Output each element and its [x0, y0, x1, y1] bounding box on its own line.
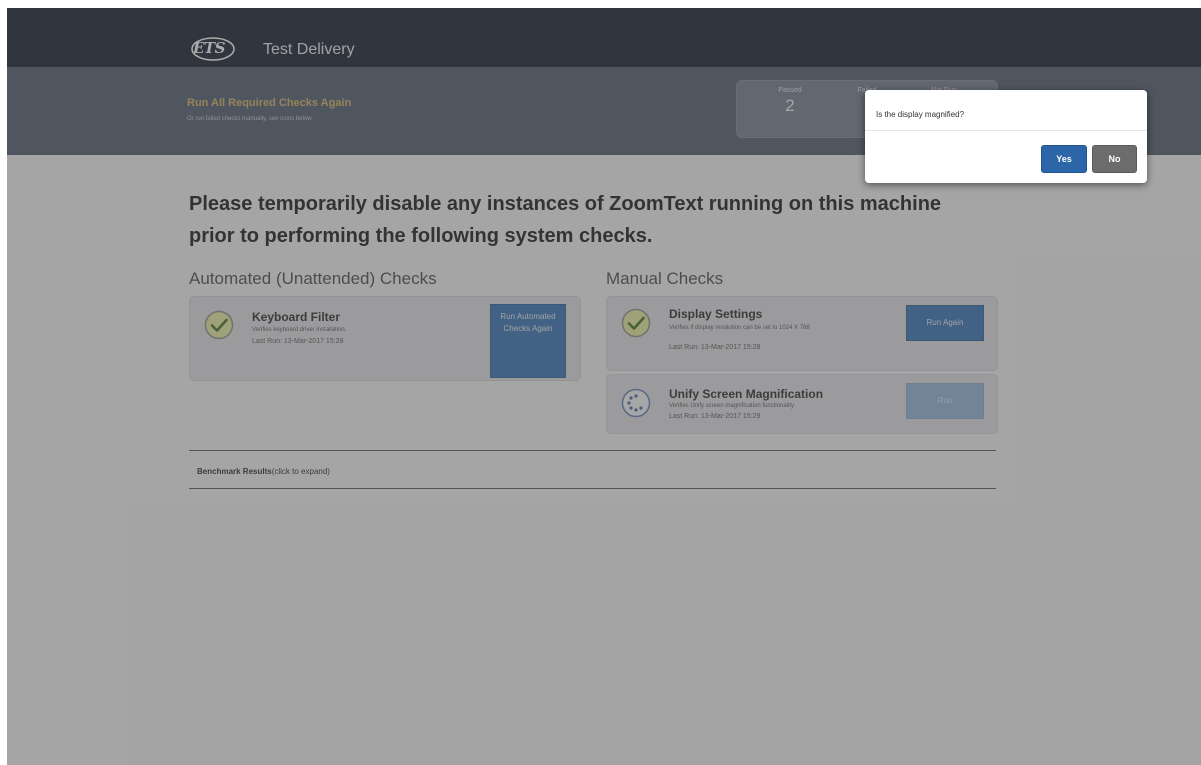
dialog-divider	[865, 130, 1147, 131]
app-window: ETS Test Delivery Run All Required Check…	[7, 8, 1201, 765]
yes-button[interactable]: Yes	[1041, 145, 1087, 173]
confirm-dialog: Is the display magnified? Yes No	[865, 90, 1147, 183]
dialog-message: Is the display magnified?	[876, 110, 965, 119]
no-button[interactable]: No	[1092, 145, 1137, 173]
